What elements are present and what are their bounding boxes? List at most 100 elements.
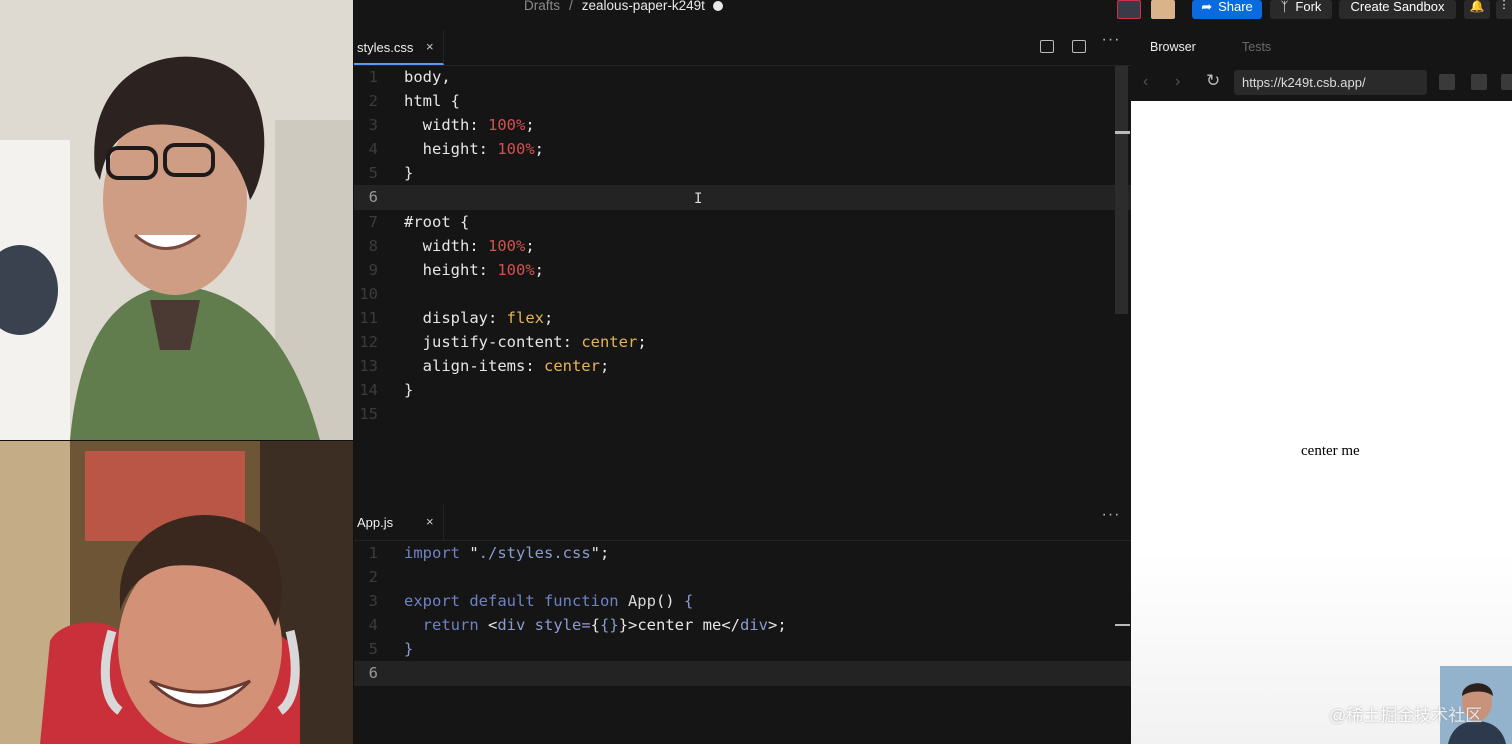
code-line[interactable]: 4 return <div style={{}}>center me</div>… [354, 613, 1131, 637]
line-number: 5 [368, 640, 378, 659]
more-options-icon[interactable]: ··· [1100, 32, 1122, 48]
code-line[interactable]: 2 html { [354, 89, 1131, 113]
more-menu-icon[interactable]: ⋮ [1496, 0, 1512, 19]
code-line[interactable]: 6 [354, 661, 1131, 686]
line-number: 10 [359, 284, 378, 303]
line-number: 5 [368, 164, 378, 183]
line-number: 3 [368, 592, 378, 611]
chevron-left-icon[interactable]: ‹ [1143, 73, 1148, 91]
globe-icon [712, 1, 723, 11]
scroll-marker [1115, 624, 1130, 626]
video-call-panel [0, 0, 354, 744]
code-line[interactable]: 5} [354, 637, 1131, 661]
reload-icon[interactable]: ↻ [1206, 71, 1220, 91]
styles-css-code[interactable]: 1 body, 2 html {3 width: 100%; 4 height: 100… [354, 65, 1131, 426]
line-number: 13 [359, 357, 378, 376]
breadcrumb-separator: / [569, 0, 573, 13]
line-number: 12 [359, 333, 378, 352]
editor-scrollbar[interactable] [1115, 66, 1128, 314]
line-number: 15 [359, 405, 378, 424]
code-line[interactable]: 8 width: 100%; [354, 234, 1131, 258]
fork-icon: ᛉ [1280, 0, 1289, 14]
line-text: #root { [404, 212, 470, 231]
project-name[interactable]: zealous-paper-k249t [582, 0, 705, 13]
share-arrow-icon: ➦ [1201, 0, 1213, 14]
line-text: html { [404, 92, 460, 111]
close-icon[interactable]: × [426, 39, 434, 54]
code-line[interactable]: 12 justify-content: center; [354, 330, 1131, 354]
url-text: https://k249t.csb.app/ [1242, 75, 1366, 90]
code-line[interactable]: 10 [354, 282, 1131, 306]
collaborator-avatar[interactable] [1117, 0, 1141, 19]
browser-navbar: ‹ › ↻ https://k249t.csb.app/ [1131, 66, 1512, 100]
code-line[interactable]: 7 #root { [354, 210, 1131, 234]
participant-1-image [0, 0, 353, 440]
chevron-right-icon[interactable]: › [1175, 73, 1180, 91]
bell-icon: 🔔 [1469, 0, 1485, 13]
code-line[interactable]: 2 [354, 565, 1131, 589]
code-line[interactable]: 3 width: 100%; [354, 113, 1131, 137]
line-text: } [404, 164, 414, 183]
scroll-marker [1115, 131, 1130, 134]
code-line[interactable]: 9 height: 100%; [354, 258, 1131, 282]
breadcrumb-drafts[interactable]: Drafts [524, 0, 560, 13]
code-line[interactable]: 15 [354, 402, 1131, 426]
line-number: 14 [359, 381, 378, 400]
url-field[interactable]: https://k249t.csb.app/ [1234, 70, 1427, 95]
code-line[interactable]: 1 import "./styles.css"; [354, 541, 1131, 565]
line-number: 3 [368, 116, 378, 135]
devtools-icon[interactable] [1439, 74, 1455, 90]
line-number: 7 [368, 212, 378, 231]
editor-tabbar-top: styles.css × ··· [354, 30, 1131, 66]
split-view-icon[interactable] [1040, 40, 1054, 53]
editor-tabbar-bottom: App.js × ··· [354, 505, 1131, 541]
app-js-code[interactable]: 1 import "./styles.css"; 2 3 export default … [354, 541, 1131, 686]
top-bar: Drafts / zealous-paper-k249t ➦ Share ᛉ Fork … [354, 0, 1512, 30]
participant-2-image [0, 441, 353, 744]
line-text: height: 100%; [404, 140, 544, 159]
copy-icon[interactable] [1501, 74, 1512, 90]
tab-browser[interactable]: Browser [1150, 40, 1196, 54]
tab-styles-css[interactable]: styles.css × [354, 30, 444, 65]
line-text: width: 100%; [404, 236, 535, 255]
notifications-button[interactable]: 🔔 [1464, 0, 1490, 19]
fork-button[interactable]: ᛉ Fork [1270, 0, 1332, 19]
open-new-window-icon[interactable] [1471, 74, 1487, 90]
share-button-label: Share [1218, 0, 1253, 14]
line-text: } [404, 640, 414, 659]
line-number: 6 [368, 664, 378, 683]
code-line[interactable]: 13 align-items: center; [354, 354, 1131, 378]
code-line[interactable]: 4 height: 100%; [354, 137, 1131, 161]
close-icon[interactable]: × [426, 514, 434, 529]
line-text: justify-content: center; [404, 333, 647, 352]
share-button[interactable]: ➦ Share [1192, 0, 1262, 19]
code-line[interactable]: 11 display: flex; [354, 306, 1131, 330]
text-cursor-icon: I [694, 191, 703, 208]
line-text: display: flex; [404, 308, 554, 327]
code-line[interactable]: 6I [354, 185, 1131, 210]
browser-preview: center me [1131, 101, 1512, 744]
line-number: 8 [368, 236, 378, 255]
collaborator-avatar[interactable] [1151, 0, 1175, 19]
code-editor: styles.css × ··· 1 body, 2 html {3 width: 1… [354, 30, 1131, 744]
line-text: } [404, 381, 414, 400]
tab-app-js[interactable]: App.js × [354, 505, 444, 540]
code-line[interactable]: 5} [354, 161, 1131, 185]
line-number: 6 [368, 188, 378, 207]
participant-video-1 [0, 0, 353, 440]
more-options-icon[interactable]: ··· [1100, 507, 1122, 523]
preview-toggle-icon[interactable] [1072, 40, 1086, 53]
code-line[interactable]: 14} [354, 378, 1131, 402]
tab-tests[interactable]: Tests [1242, 40, 1271, 54]
create-sandbox-button[interactable]: Create Sandbox [1339, 0, 1456, 19]
tab-label: styles.css [357, 40, 414, 55]
line-number: 2 [368, 568, 378, 587]
line-text: import "./styles.css"; [404, 544, 610, 562]
line-number: 1 [368, 68, 378, 86]
code-line[interactable]: 3 export default function App() { [354, 589, 1131, 613]
tab-label: App.js [357, 515, 394, 530]
line-text: align-items: center; [404, 357, 610, 376]
code-line[interactable]: 1 body, [354, 65, 1131, 89]
line-text: body, [404, 68, 451, 86]
watermark-text: @稀土掘金技术社区 [1329, 706, 1483, 725]
